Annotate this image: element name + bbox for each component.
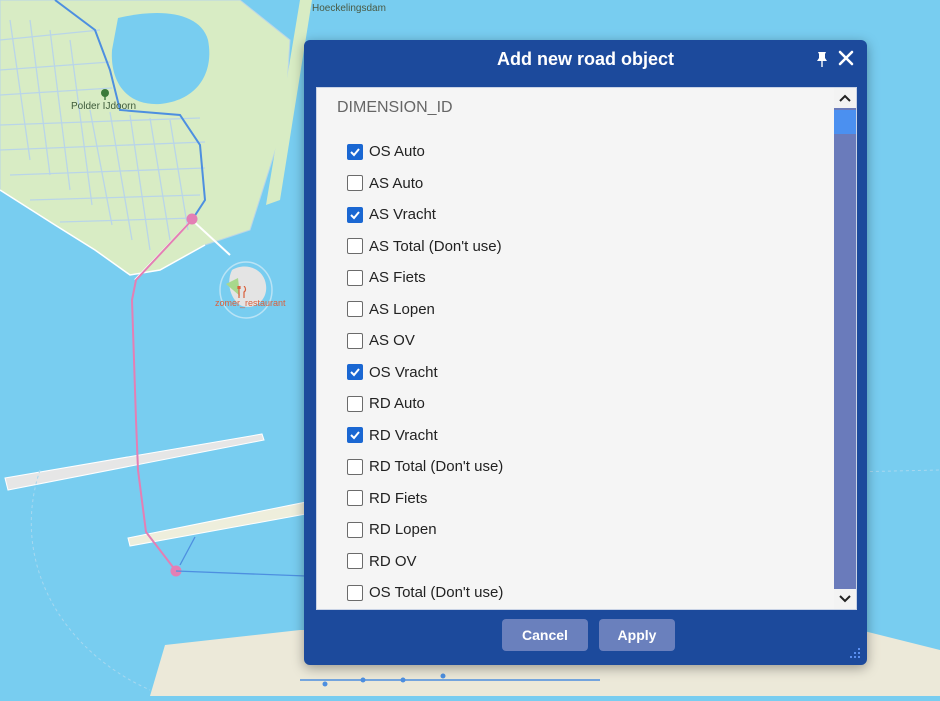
dimension-option[interactable]: AS Auto — [347, 168, 503, 200]
option-label: RD Fiets — [369, 489, 428, 507]
checkbox[interactable] — [347, 395, 363, 412]
checkbox[interactable] — [347, 301, 363, 318]
apply-button[interactable]: Apply — [599, 619, 675, 651]
option-label: RD Auto — [369, 395, 425, 413]
checkbox[interactable] — [347, 521, 363, 538]
dimension-options-list: OS Auto AS Auto AS Vracht AS Total (Don't u… — [347, 136, 503, 609]
dimension-option[interactable]: AS Total (Don't use) — [347, 231, 503, 263]
scrollbar-thumb[interactable] — [834, 110, 856, 134]
dimension-list-panel[interactable]: DIMENSION_ID OS Auto AS Auto AS Vracht AS T… — [316, 87, 857, 610]
checkbox[interactable] — [347, 553, 363, 570]
checkbox[interactable] — [347, 269, 363, 286]
dimension-option[interactable]: RD Total (Don't use) — [347, 451, 503, 483]
dimension-option[interactable]: OS Vracht — [347, 357, 503, 389]
dimension-option[interactable]: AS Fiets — [347, 262, 503, 294]
option-label: AS Fiets — [369, 269, 426, 287]
option-label: RD OV — [369, 552, 417, 570]
option-label: OS Vracht — [369, 363, 438, 381]
map-label-polder: Polder IJdoorn — [71, 101, 137, 112]
checkbox[interactable] — [347, 175, 363, 192]
add-road-object-dialog: Add new road object DIMENSION_ID OS Auto… — [304, 40, 867, 665]
option-label: RD Total (Don't use) — [369, 458, 504, 476]
option-label: RD Lopen — [369, 521, 437, 539]
checkbox[interactable] — [347, 490, 363, 507]
dimension-option[interactable]: OS Auto — [347, 136, 503, 168]
dialog-title[interactable]: Add new road object — [304, 40, 867, 78]
checkbox[interactable] — [347, 584, 363, 601]
cancel-button[interactable]: Cancel — [502, 619, 588, 651]
dimension-option[interactable]: AS Vracht — [347, 199, 503, 231]
option-label: AS OV — [369, 332, 415, 350]
close-icon[interactable] — [837, 49, 855, 67]
dimension-option[interactable]: AS OV — [347, 325, 503, 357]
dimension-option[interactable]: RD Auto — [347, 388, 503, 420]
map-label-restaurant: zomer_restaurant — [215, 298, 286, 308]
checkbox[interactable] — [347, 332, 363, 349]
fork-knife-icon — [237, 285, 247, 298]
checkbox[interactable] — [347, 458, 363, 475]
dimension-option[interactable]: RD Fiets — [347, 483, 503, 515]
option-label: AS Vracht — [369, 206, 436, 224]
checkbox[interactable] — [347, 143, 363, 160]
option-label: AS Lopen — [369, 300, 435, 318]
chevron-up-icon[interactable] — [834, 88, 856, 108]
option-label: AS Total (Don't use) — [369, 237, 502, 255]
dimension-option[interactable]: AS Lopen — [347, 294, 503, 326]
option-label: OS Total (Don't use) — [369, 584, 504, 602]
dimension-option[interactable]: RD Lopen — [347, 514, 503, 546]
map-label-hoeckelingsdam: Hoeckelingsdam — [312, 3, 386, 14]
scrollbar[interactable] — [834, 88, 856, 609]
resize-grip-icon[interactable] — [847, 645, 861, 659]
chevron-down-icon[interactable] — [834, 589, 856, 609]
option-label: RD Vracht — [369, 426, 438, 444]
checkbox[interactable] — [347, 206, 363, 223]
option-label: AS Auto — [369, 174, 424, 192]
checkbox[interactable] — [347, 427, 363, 444]
option-label: OS Auto — [369, 143, 425, 161]
tree-icon — [99, 87, 111, 100]
dimension-option[interactable]: RD Vracht — [347, 420, 503, 452]
dimension-option[interactable]: OS Total (Don't use) — [347, 577, 503, 609]
dimension-option[interactable]: RD OV — [347, 546, 503, 578]
pin-icon[interactable] — [813, 50, 831, 68]
list-header: DIMENSION_ID — [337, 99, 453, 116]
checkbox[interactable] — [347, 364, 363, 381]
checkbox[interactable] — [347, 238, 363, 255]
